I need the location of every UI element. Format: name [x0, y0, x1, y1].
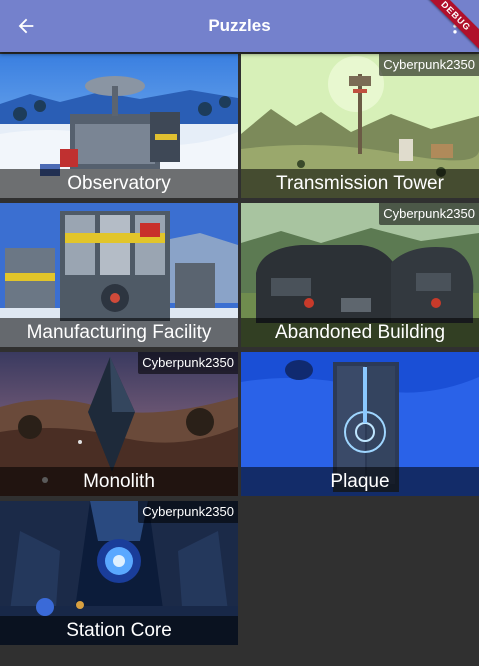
tile-caption: Transmission Tower — [241, 169, 479, 198]
puzzle-tile-monolith[interactable]: Cyberpunk2350 Monolith — [0, 352, 238, 496]
puzzle-tile-manufacturing-facility[interactable]: Manufacturing Facility — [0, 203, 238, 347]
tile-caption: Abandoned Building — [241, 318, 479, 347]
tile-caption: Plaque — [241, 467, 479, 496]
puzzle-tile-plaque[interactable]: Plaque — [241, 352, 479, 496]
author-badge: Cyberpunk2350 — [138, 352, 238, 374]
author-badge: Cyberpunk2350 — [138, 501, 238, 523]
puzzle-tile-abandoned-building[interactable]: Cyberpunk2350 Abandoned Building — [241, 203, 479, 347]
tile-caption: Observatory — [0, 169, 238, 198]
puzzle-tile-observatory[interactable]: Observatory — [0, 54, 238, 198]
tile-caption: Monolith — [0, 467, 238, 496]
overflow-menu-icon — [453, 18, 457, 34]
page-title: Puzzles — [208, 16, 271, 35]
app-bar: Puzzles — [0, 0, 479, 52]
author-badge: Cyberpunk2350 — [379, 203, 479, 225]
tile-caption: Manufacturing Facility — [0, 318, 238, 347]
author-badge: Cyberpunk2350 — [379, 54, 479, 76]
puzzle-tile-station-core[interactable]: Cyberpunk2350 Station Core — [0, 501, 238, 645]
puzzle-tile-transmission-tower[interactable]: Cyberpunk2350 Transmission Tower — [241, 54, 479, 198]
tile-caption: Station Core — [0, 616, 238, 645]
overflow-menu-button[interactable] — [443, 14, 467, 38]
